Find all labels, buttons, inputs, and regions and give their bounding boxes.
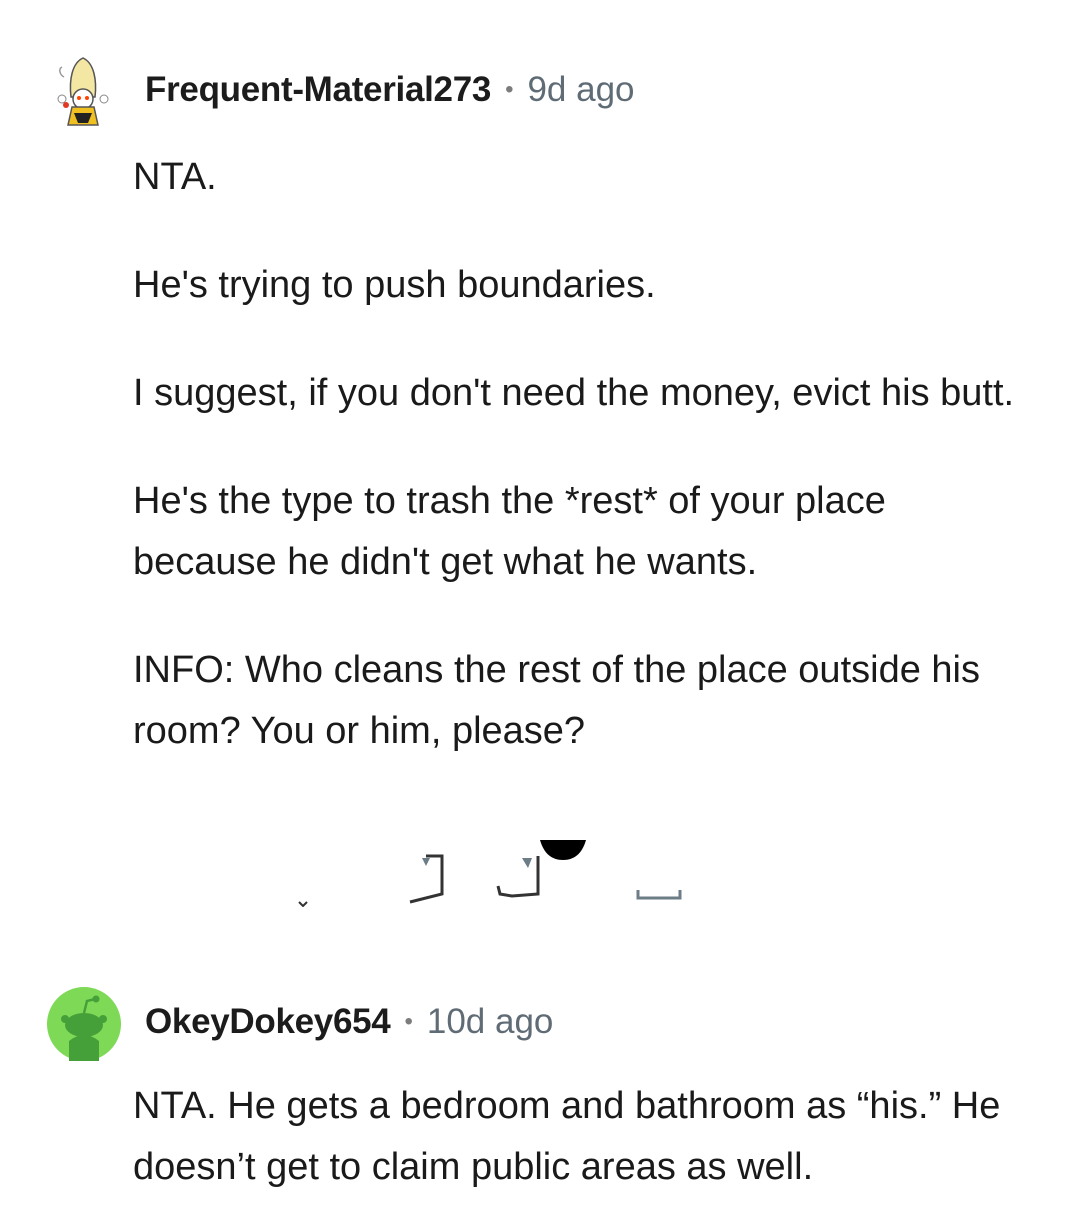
more-icon[interactable] [298, 894, 308, 908]
comment-paragraph: NTA. [133, 156, 217, 198]
comment-header: OkeyDokey654 • 10d ago [145, 1002, 553, 1042]
comment-paragraph: INFO: Who cleans the rest of the place o… [133, 649, 980, 752]
comment-paragraph: I suggest, if you don't need the money, … [133, 372, 1015, 414]
username[interactable]: OkeyDokey654 [145, 1002, 391, 1042]
banana-snoo-avatar-icon[interactable] [52, 55, 114, 133]
separator-dot: • [404, 1008, 413, 1035]
username[interactable]: Frequent-Material273 [145, 70, 491, 110]
comment-header: Frequent-Material273 • 9d ago [145, 70, 635, 110]
comment-paragraph: He's trying to push boundaries. [133, 264, 656, 306]
comment-body: NTA. He gets a bedroom and bathroom as “… [133, 1076, 1033, 1198]
upvote-icon[interactable] [492, 854, 542, 904]
downvote-icon[interactable] [538, 836, 588, 864]
share-icon[interactable] [636, 888, 682, 902]
timestamp: 9d ago [527, 70, 635, 109]
comment-actions [280, 832, 700, 912]
separator-dot: • [505, 76, 514, 103]
reply-icon[interactable] [408, 854, 448, 904]
comment-paragraph: He's the type to trash the *rest* of you… [133, 480, 886, 583]
comment-body: NTA. He's trying to push boundaries. I s… [133, 147, 1033, 762]
comment-paragraph: NTA. He gets a bedroom and bathroom as “… [133, 1085, 1001, 1188]
green-snoo-avatar-icon[interactable] [47, 987, 121, 1061]
timestamp: 10d ago [426, 1002, 554, 1041]
